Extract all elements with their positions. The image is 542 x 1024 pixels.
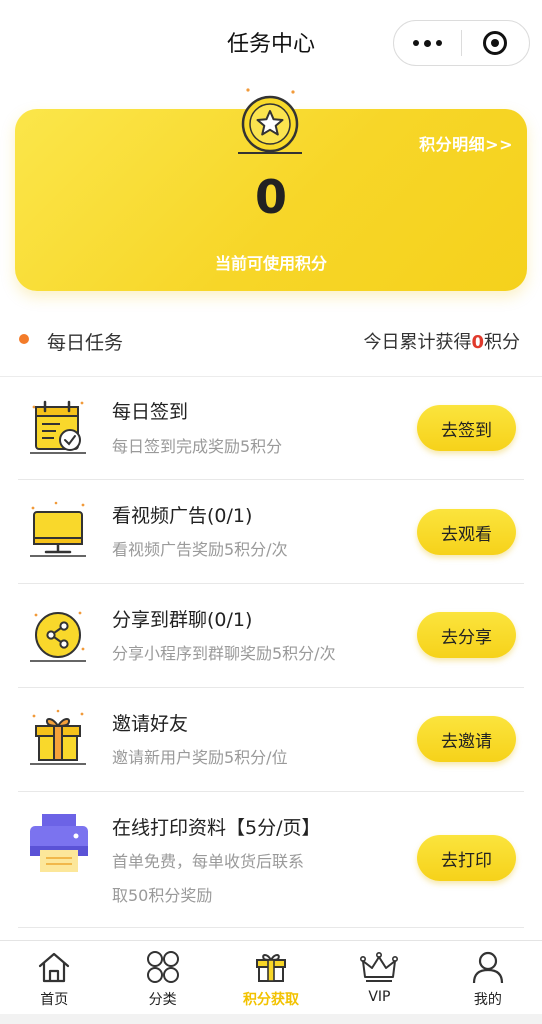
- tab-points[interactable]: 积分获取: [217, 941, 325, 1014]
- today-points-value: 0: [471, 332, 484, 353]
- task-title: 每日签到: [112, 401, 189, 423]
- task-row-share: 分享到群聊(0/1) 分享小程序到群聊奖励5积分/次 去分享: [18, 584, 524, 688]
- invite-button[interactable]: 去邀请: [417, 716, 516, 762]
- more-dot-icon: [424, 39, 431, 47]
- tab-label: 分类: [148, 992, 177, 1008]
- gift-icon: [30, 709, 86, 765]
- calendar-check-icon: [30, 400, 86, 454]
- task-title: 在线打印资料【5分/页】: [112, 817, 321, 839]
- checkin-button[interactable]: 去签到: [417, 405, 516, 451]
- task-title: 邀请好友: [112, 713, 189, 735]
- bottom-tab-bar: 首页 分类 积分获取 VIP 我的: [0, 940, 542, 1014]
- task-title: 分享到群聊(0/1): [112, 609, 253, 631]
- task-description: 分享小程序到群聊奖励5积分/次: [112, 644, 336, 663]
- tab-category[interactable]: 分类: [108, 941, 216, 1014]
- points-value: 0: [254, 170, 287, 224]
- user-icon: [472, 951, 503, 984]
- task-row-video: 看视频广告(0/1) 看视频广告奖励5积分/次 去观看: [18, 480, 524, 584]
- task-description-line2: 取50积分奖励: [112, 886, 213, 905]
- home-indicator-area: [0, 1014, 542, 1024]
- daily-task-header: 每日任务 今日累计获得0积分: [0, 320, 542, 360]
- task-description: 看视频广告奖励5积分/次: [112, 540, 288, 559]
- home-icon: [39, 952, 70, 983]
- grid-circles-icon: [146, 951, 179, 983]
- tab-vip[interactable]: VIP: [325, 941, 433, 1014]
- close-button[interactable]: [462, 21, 529, 65]
- more-dot-icon: [413, 40, 419, 46]
- task-row-invite: 邀请好友 邀请新用户奖励5积分/位 去邀请: [18, 688, 524, 792]
- monitor-icon: [30, 501, 86, 557]
- points-label: 当前可使用积分: [214, 254, 327, 273]
- tab-label: VIP: [368, 989, 391, 1005]
- task-description: 每日签到完成奖励5积分: [112, 437, 283, 456]
- task-description: 首单免费，每单收货后联系: [112, 852, 305, 871]
- task-description: 邀请新用户奖励5积分/位: [112, 748, 288, 767]
- mini-program-capsule: [393, 20, 530, 66]
- tab-label: 我的: [473, 992, 502, 1008]
- tab-label: 首页: [40, 992, 69, 1008]
- print-button[interactable]: 去打印: [417, 835, 516, 881]
- star-medal-icon: [238, 82, 302, 154]
- task-title: 看视频广告(0/1): [112, 505, 253, 527]
- points-detail-link[interactable]: 积分明细>>: [419, 131, 513, 155]
- today-points-summary: 今日累计获得0积分: [363, 328, 520, 354]
- tab-label: 积分获取: [243, 992, 300, 1008]
- task-row-checkin: 每日签到 每日签到完成奖励5积分 去签到: [18, 377, 524, 480]
- section-dot-icon: [19, 334, 29, 344]
- title-bar: 任务中心: [0, 0, 542, 84]
- more-dot-icon: [436, 40, 442, 46]
- share-button[interactable]: 去分享: [417, 612, 516, 658]
- task-row-print: 在线打印资料【5分/页】 首单免费，每单收货后联系 取50积分奖励 去打印: [18, 792, 524, 928]
- target-close-icon: [483, 31, 508, 55]
- tab-mine[interactable]: 我的: [434, 941, 542, 1014]
- section-title: 每日任务: [47, 332, 124, 354]
- share-icon: [30, 611, 86, 662]
- printer-icon: [30, 814, 88, 872]
- today-suffix: 积分: [484, 332, 520, 353]
- more-menu-button[interactable]: [394, 21, 461, 65]
- watch-button[interactable]: 去观看: [417, 509, 516, 555]
- tab-home[interactable]: 首页: [0, 941, 108, 1014]
- crown-icon: [360, 951, 399, 982]
- today-prefix: 今日累计获得: [363, 332, 472, 353]
- gift-box-icon: [256, 954, 287, 982]
